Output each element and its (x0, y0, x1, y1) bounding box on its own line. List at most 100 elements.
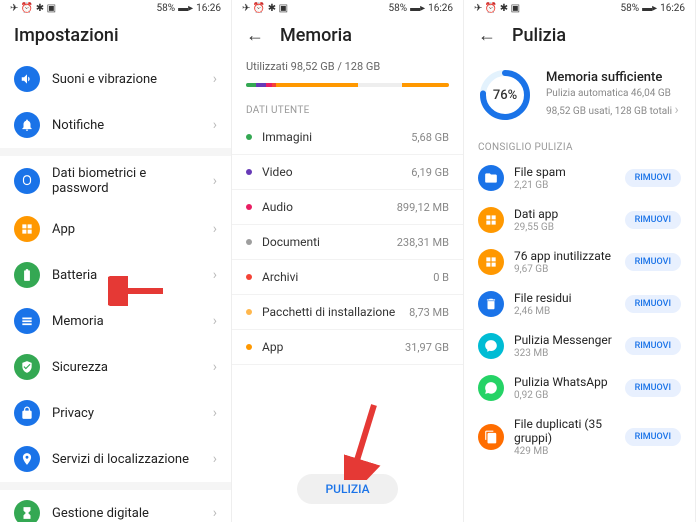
chevron-right-icon: › (213, 313, 217, 329)
settings-item-battery[interactable]: Batteria › (0, 252, 231, 298)
advice-size: 29,55 GB (514, 222, 615, 233)
item-label: Gestione digitale (52, 506, 201, 521)
chevron-right-icon: › (213, 505, 217, 521)
remove-button[interactable]: RIMUOVI (625, 169, 681, 187)
clean-summary[interactable]: 76% Memoria sufficiente Pulizia automati… (464, 56, 695, 136)
advice-size: 9,67 GB (514, 264, 615, 275)
header: ← Pulizia (464, 17, 695, 56)
settings-item-digital[interactable]: Gestione digitale › (0, 490, 231, 522)
advice-item[interactable]: Dati app29,55 GB RIMUOVI (464, 199, 695, 241)
category-dot (246, 344, 252, 350)
header: ← Memoria (232, 17, 463, 56)
storage-segment (276, 83, 357, 87)
chevron-right-icon: › (213, 221, 217, 237)
advice-title: Pulizia WhatsApp (514, 375, 615, 389)
folder-icon (478, 165, 504, 191)
storage-segment (256, 83, 266, 87)
advice-size: 2,21 GB (514, 180, 615, 191)
category-label: Pacchetti di installazione (262, 305, 399, 319)
apps-icon (478, 249, 504, 275)
settings-item-location[interactable]: Servizi di localizzazione › (0, 436, 231, 482)
advice-item[interactable]: Pulizia Messenger323 MBRIMUOVI (464, 325, 695, 367)
advice-title: File duplicati (35 gruppi) (514, 417, 615, 446)
item-label: Suoni e vibrazione (52, 72, 201, 87)
clock: 16:26 (428, 3, 453, 14)
chevron-right-icon: › (213, 71, 217, 87)
category-label: Archivi (262, 270, 423, 284)
category-size: 5,68 GB (411, 131, 449, 144)
storage-usage-text: Utilizzati 98,52 GB / 128 GB (232, 56, 463, 77)
clean-button[interactable]: PULIZIA (297, 474, 397, 504)
data-category-row[interactable]: Immagini 5,68 GB (232, 120, 463, 155)
remove-button[interactable]: RIMUOVI (625, 379, 681, 397)
status-left-icons: ✈ ⏰ ✱ ▣ (10, 3, 56, 14)
storage-screen: ✈ ⏰ ✱ ▣ 58% ▬▸ 16:26 ← Memoria Utilizzat… (232, 0, 464, 522)
remove-button[interactable]: RIMUOVI (625, 428, 681, 446)
chevron-right-icon: › (213, 117, 217, 133)
summary-sub2: 98,52 GB usati, 128 GB totali (546, 106, 672, 117)
status-left-icons: ✈ ⏰ ✱ ▣ (242, 3, 288, 14)
data-category-row[interactable]: Pacchetti di installazione8,73 MB (232, 295, 463, 330)
hourglass-icon (14, 500, 40, 522)
settings-item-storage[interactable]: Memoria › (0, 298, 231, 344)
section-divider (0, 482, 231, 490)
remove-button[interactable]: RIMUOVI (625, 253, 681, 271)
settings-item-security[interactable]: Sicurezza › (0, 344, 231, 390)
advice-item[interactable]: Pulizia WhatsApp0,92 GB RIMUOVI (464, 367, 695, 409)
storage-segment (358, 83, 403, 87)
remove-button[interactable]: RIMUOVI (625, 295, 681, 313)
advice-item[interactable]: File residui2,46 MB RIMUOVI (464, 283, 695, 325)
battery-icon: ▬▸ (410, 3, 425, 14)
battery-percent: 58% (620, 3, 639, 14)
advice-item[interactable]: 76 app inutilizzate9,67 GB RIMUOVI (464, 241, 695, 283)
settings-item-apps[interactable]: App › (0, 206, 231, 252)
summary-title: Memoria sufficiente (546, 70, 681, 85)
item-label: Servizi di localizzazione (52, 452, 201, 467)
status-left-icons: ✈ ⏰ ✱ ▣ (474, 3, 520, 14)
apps-icon (478, 207, 504, 233)
status-bar: ✈ ⏰ ✱ ▣ 58% ▬▸ 16:26 (464, 0, 695, 17)
chevron-right-icon: › (213, 405, 217, 421)
data-category-row[interactable]: Audio899,12 MB (232, 190, 463, 225)
location-icon (14, 446, 40, 472)
category-size: 0 B (433, 271, 449, 284)
advice-title: 76 app inutilizzate (514, 249, 615, 263)
advice-size: 2,46 MB (514, 306, 615, 317)
advice-title: File residui (514, 291, 615, 305)
category-size: 899,12 MB (397, 201, 449, 214)
category-dot (246, 134, 252, 140)
item-label: Privacy (52, 406, 201, 421)
advice-title: Dati app (514, 207, 615, 221)
chevron-right-icon: › (213, 267, 217, 283)
remove-button[interactable]: RIMUOVI (625, 211, 681, 229)
advice-item[interactable]: File duplicati (35 gruppi)429 MBRIMUOVI (464, 409, 695, 465)
category-label: App (262, 340, 395, 354)
remove-button[interactable]: RIMUOVI (625, 337, 681, 355)
item-label: Batteria (52, 268, 201, 283)
settings-item-sound[interactable]: Suoni e vibrazione › (0, 56, 231, 102)
settings-item-notifications[interactable]: Notifiche › (0, 102, 231, 148)
settings-item-biometrics[interactable]: Dati biometrici e password › (0, 156, 231, 206)
data-category-row[interactable]: Video6,19 GB (232, 155, 463, 190)
data-category-row[interactable]: Archivi 0 B (232, 260, 463, 295)
data-category-row[interactable]: Documenti238,31 MB (232, 225, 463, 260)
clock: 16:26 (196, 3, 221, 14)
category-label: Immagini (262, 130, 401, 144)
clock: 16:26 (660, 3, 685, 14)
item-label: Memoria (52, 314, 201, 329)
chevron-right-icon: › (213, 451, 217, 467)
settings-screen: ✈ ⏰ ✱ ▣ 58% ▬▸ 16:26 Impostazioni Suoni … (0, 0, 232, 522)
advice-item[interactable]: File spam2,21 GBRIMUOVI (464, 157, 695, 199)
page-title: Memoria (280, 25, 352, 46)
back-arrow-icon[interactable]: ← (246, 25, 264, 46)
messenger-icon (478, 333, 504, 359)
advice-size: 0,92 GB (514, 390, 615, 401)
settings-item-privacy[interactable]: Privacy › (0, 390, 231, 436)
data-category-row[interactable]: App31,97 GB (232, 330, 463, 365)
advice-title: Pulizia Messenger (514, 333, 615, 347)
storage-segment (246, 83, 256, 87)
category-dot (246, 239, 252, 245)
category-dot (246, 274, 252, 280)
back-arrow-icon[interactable]: ← (478, 25, 496, 46)
category-dot (246, 204, 252, 210)
